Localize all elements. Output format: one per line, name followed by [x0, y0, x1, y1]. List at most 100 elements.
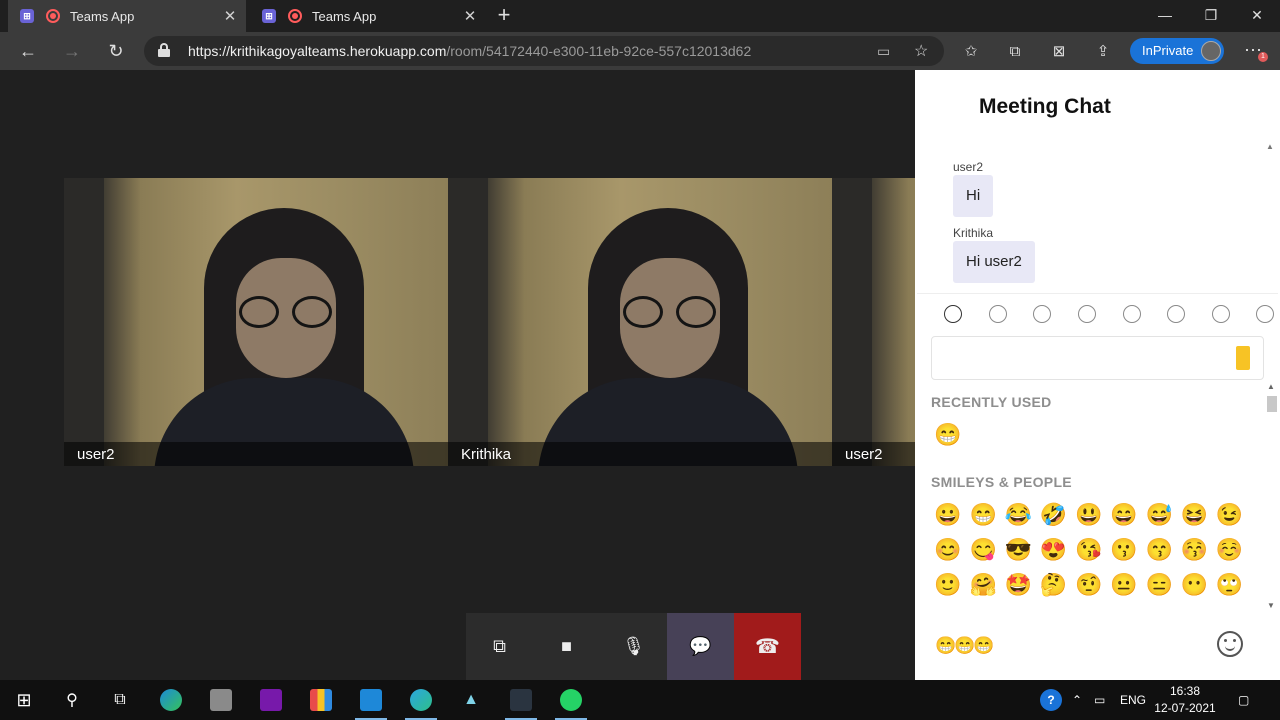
share-screen-button[interactable]: ⧉	[466, 613, 533, 680]
camera-icon[interactable]: ▭	[877, 43, 890, 60]
emoji-item[interactable]: 😍	[1039, 537, 1069, 563]
mountain-app-icon[interactable]: ▲	[453, 686, 489, 714]
charts-app-icon[interactable]	[303, 686, 339, 714]
emoji-item[interactable]: 😁	[968, 502, 998, 528]
message-draft[interactable]: 😁😁😁	[935, 636, 994, 656]
onenote-icon[interactable]	[253, 686, 289, 714]
emoji-item[interactable]: 🤔	[1039, 572, 1069, 598]
emoji-item[interactable]: 😑	[1144, 572, 1174, 598]
emoji-item[interactable]: 😄	[1109, 502, 1139, 528]
close-window-button[interactable]: ✕	[1234, 0, 1280, 32]
category-symbols-icon[interactable]	[1199, 303, 1244, 325]
category-food-icon[interactable]	[1020, 303, 1065, 325]
more-menu-button[interactable]: ⋯ 1	[1240, 40, 1268, 62]
start-button[interactable]: ⊞	[6, 686, 42, 714]
clock[interactable]: 16:38 12-07-2021	[1150, 683, 1220, 717]
emoji-item[interactable]: 😃	[1074, 502, 1104, 528]
windows-logo-icon: ⊞	[16, 689, 32, 710]
emoji-item[interactable]: 😗	[1109, 537, 1139, 563]
app-launcher-icon[interactable]	[203, 686, 239, 714]
category-flags-icon[interactable]	[1243, 303, 1280, 325]
emoji-item[interactable]: 🤗	[968, 572, 998, 598]
category-objects-icon[interactable]	[1154, 303, 1199, 325]
message-bubble: Hi	[953, 175, 994, 217]
close-tab-icon[interactable]: ✕	[460, 7, 480, 25]
screen-share-icon: ⧉	[493, 636, 506, 656]
favorites-icon[interactable]: ✩	[958, 40, 984, 64]
inprivate-button[interactable]: InPrivate	[1130, 38, 1224, 64]
emoji-item[interactable]: 🤩	[1003, 572, 1033, 598]
picker-scrollbar[interactable]: ▲ ▼	[1264, 382, 1278, 610]
help-icon[interactable]: ?	[1040, 680, 1062, 720]
emoji-item[interactable]: 🙂	[933, 572, 963, 598]
participant-name: user2	[77, 446, 115, 463]
tab-teams-app-2[interactable]: ⊞ Teams App ✕	[250, 0, 486, 32]
chat-toggle-button[interactable]: 💬	[667, 613, 734, 680]
emoji-toggle-icon[interactable]	[1217, 631, 1243, 657]
new-tab-button[interactable]: +	[492, 4, 516, 28]
emoji-item[interactable]: 😶	[1179, 572, 1209, 598]
notifications-icon[interactable]: ▢	[1238, 680, 1249, 720]
edge-beta-icon[interactable]	[403, 686, 439, 720]
battery-icon[interactable]: ▭	[1094, 680, 1105, 720]
vscode-icon[interactable]	[353, 686, 389, 720]
emoji-item[interactable]: 😂	[1003, 502, 1033, 528]
windows-taskbar: ⊞ ⚲ ⧉ ▲ ? ⌃ ▭ ENG 16:38 12-07-2021 ▢	[0, 680, 1280, 720]
edge-icon[interactable]	[153, 686, 189, 714]
tray-expand-icon[interactable]: ⌃	[1072, 680, 1082, 720]
notification-badge: 1	[1258, 52, 1268, 62]
emoji-item[interactable]: 😁	[933, 422, 963, 448]
video-camera-icon: ■	[561, 636, 572, 656]
message-bubble: Hi user2	[953, 241, 1035, 283]
emoji-item[interactable]: 😐	[1109, 572, 1139, 598]
hang-up-icon: ☎	[755, 636, 780, 658]
collections-icon[interactable]: ⧉	[1002, 40, 1028, 64]
share-icon[interactable]: ⇪	[1090, 40, 1116, 64]
lock-icon[interactable]	[158, 43, 170, 57]
mic-toggle-button[interactable]: 🎙	[600, 613, 667, 680]
task-view-icon[interactable]: ⧉	[102, 686, 138, 714]
emoji-item[interactable]: 🤨	[1074, 572, 1104, 598]
emoji-item[interactable]: ☺️	[1215, 537, 1245, 563]
smileys-heading: SMILEYS & PEOPLE	[931, 474, 1072, 490]
minimize-button[interactable]: —	[1142, 0, 1188, 32]
emoji-item[interactable]: 😘	[1074, 537, 1104, 563]
recording-icon	[46, 9, 60, 23]
category-travel-icon[interactable]	[1109, 303, 1154, 325]
terminal-icon[interactable]	[503, 686, 539, 720]
url-text: https://krithikagoyalteams.herokuapp.com…	[188, 43, 752, 59]
emoji-item[interactable]: 😊	[933, 537, 963, 563]
category-activity-icon[interactable]	[1065, 303, 1110, 325]
emoji-item[interactable]: 😎	[1003, 537, 1033, 563]
emoji-item[interactable]: 🙄	[1215, 572, 1245, 598]
emoji-item[interactable]: 😆	[1179, 502, 1209, 528]
search-icon[interactable]: ⚲	[54, 686, 90, 714]
emoji-item[interactable]: 😋	[968, 537, 998, 563]
end-call-button[interactable]: ☎	[734, 613, 801, 680]
tab-teams-app-1[interactable]: ⊞ Teams App ✕	[8, 0, 246, 32]
camera-toggle-button[interactable]: ■	[533, 613, 600, 680]
emoji-search-input[interactable]	[931, 336, 1264, 380]
close-tab-icon[interactable]: ✕	[220, 7, 240, 25]
language-indicator[interactable]: ENG	[1120, 680, 1146, 720]
message-composer[interactable]: 😁😁😁	[915, 618, 1280, 680]
emoji-item[interactable]: 😀	[933, 502, 963, 528]
refresh-icon[interactable]: ↻	[102, 38, 130, 64]
tab-label: Teams App	[312, 8, 377, 24]
forward-icon[interactable]: →	[58, 38, 86, 64]
add-favorite-icon[interactable]: ☆	[914, 41, 928, 61]
restore-button[interactable]: ❐	[1188, 0, 1234, 32]
emoji-item[interactable]: 😚	[1179, 537, 1209, 563]
emoji-category-bar	[931, 303, 1280, 325]
back-icon[interactable]: ←	[14, 38, 42, 64]
math-solver-icon[interactable]: ⊠	[1046, 40, 1072, 64]
address-bar[interactable]: https://krithikagoyalteams.herokuapp.com…	[144, 36, 944, 66]
category-people-icon[interactable]	[931, 303, 976, 325]
emoji-item[interactable]: 😙	[1144, 537, 1174, 563]
emoji-item[interactable]: 🤣	[1039, 502, 1069, 528]
emoji-item[interactable]: 😅	[1144, 502, 1174, 528]
emoji-item[interactable]: 😉	[1215, 502, 1245, 528]
workspace-icon: ⊞	[20, 9, 34, 23]
whatsapp-icon[interactable]	[553, 686, 589, 720]
category-nature-icon[interactable]	[976, 303, 1021, 325]
